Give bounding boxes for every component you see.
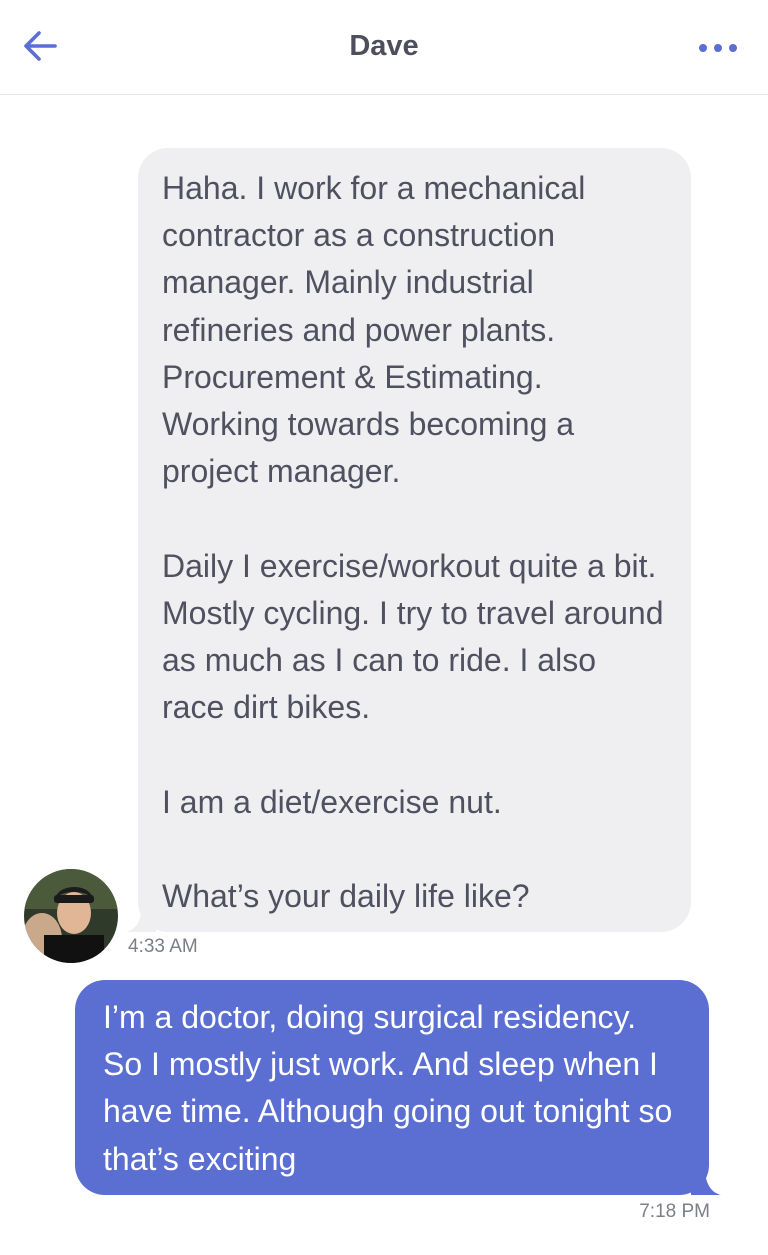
avatar-photo xyxy=(24,869,118,963)
chat-screen: Dave Haha. I work for a mechanical contr… xyxy=(0,0,768,1255)
message-text: Haha. I work for a mechanical contractor… xyxy=(162,170,664,915)
contact-name[interactable]: Dave xyxy=(0,30,768,63)
avatar[interactable] xyxy=(24,869,118,963)
bubble-tail xyxy=(126,910,156,932)
message-text: I’m a doctor, doing surgical residency. … xyxy=(103,999,682,1177)
message-timestamp: 7:18 PM xyxy=(639,1201,710,1222)
outgoing-message-bubble[interactable]: I’m a doctor, doing surgical residency. … xyxy=(75,980,721,1195)
more-options-button[interactable] xyxy=(696,34,740,62)
bubble-tail xyxy=(691,1173,721,1195)
incoming-message-bubble[interactable]: Haha. I work for a mechanical contractor… xyxy=(126,148,691,932)
chat-header: Dave xyxy=(0,0,768,95)
message-timestamp: 4:33 AM xyxy=(128,936,198,957)
more-horizontal-icon xyxy=(699,44,737,52)
